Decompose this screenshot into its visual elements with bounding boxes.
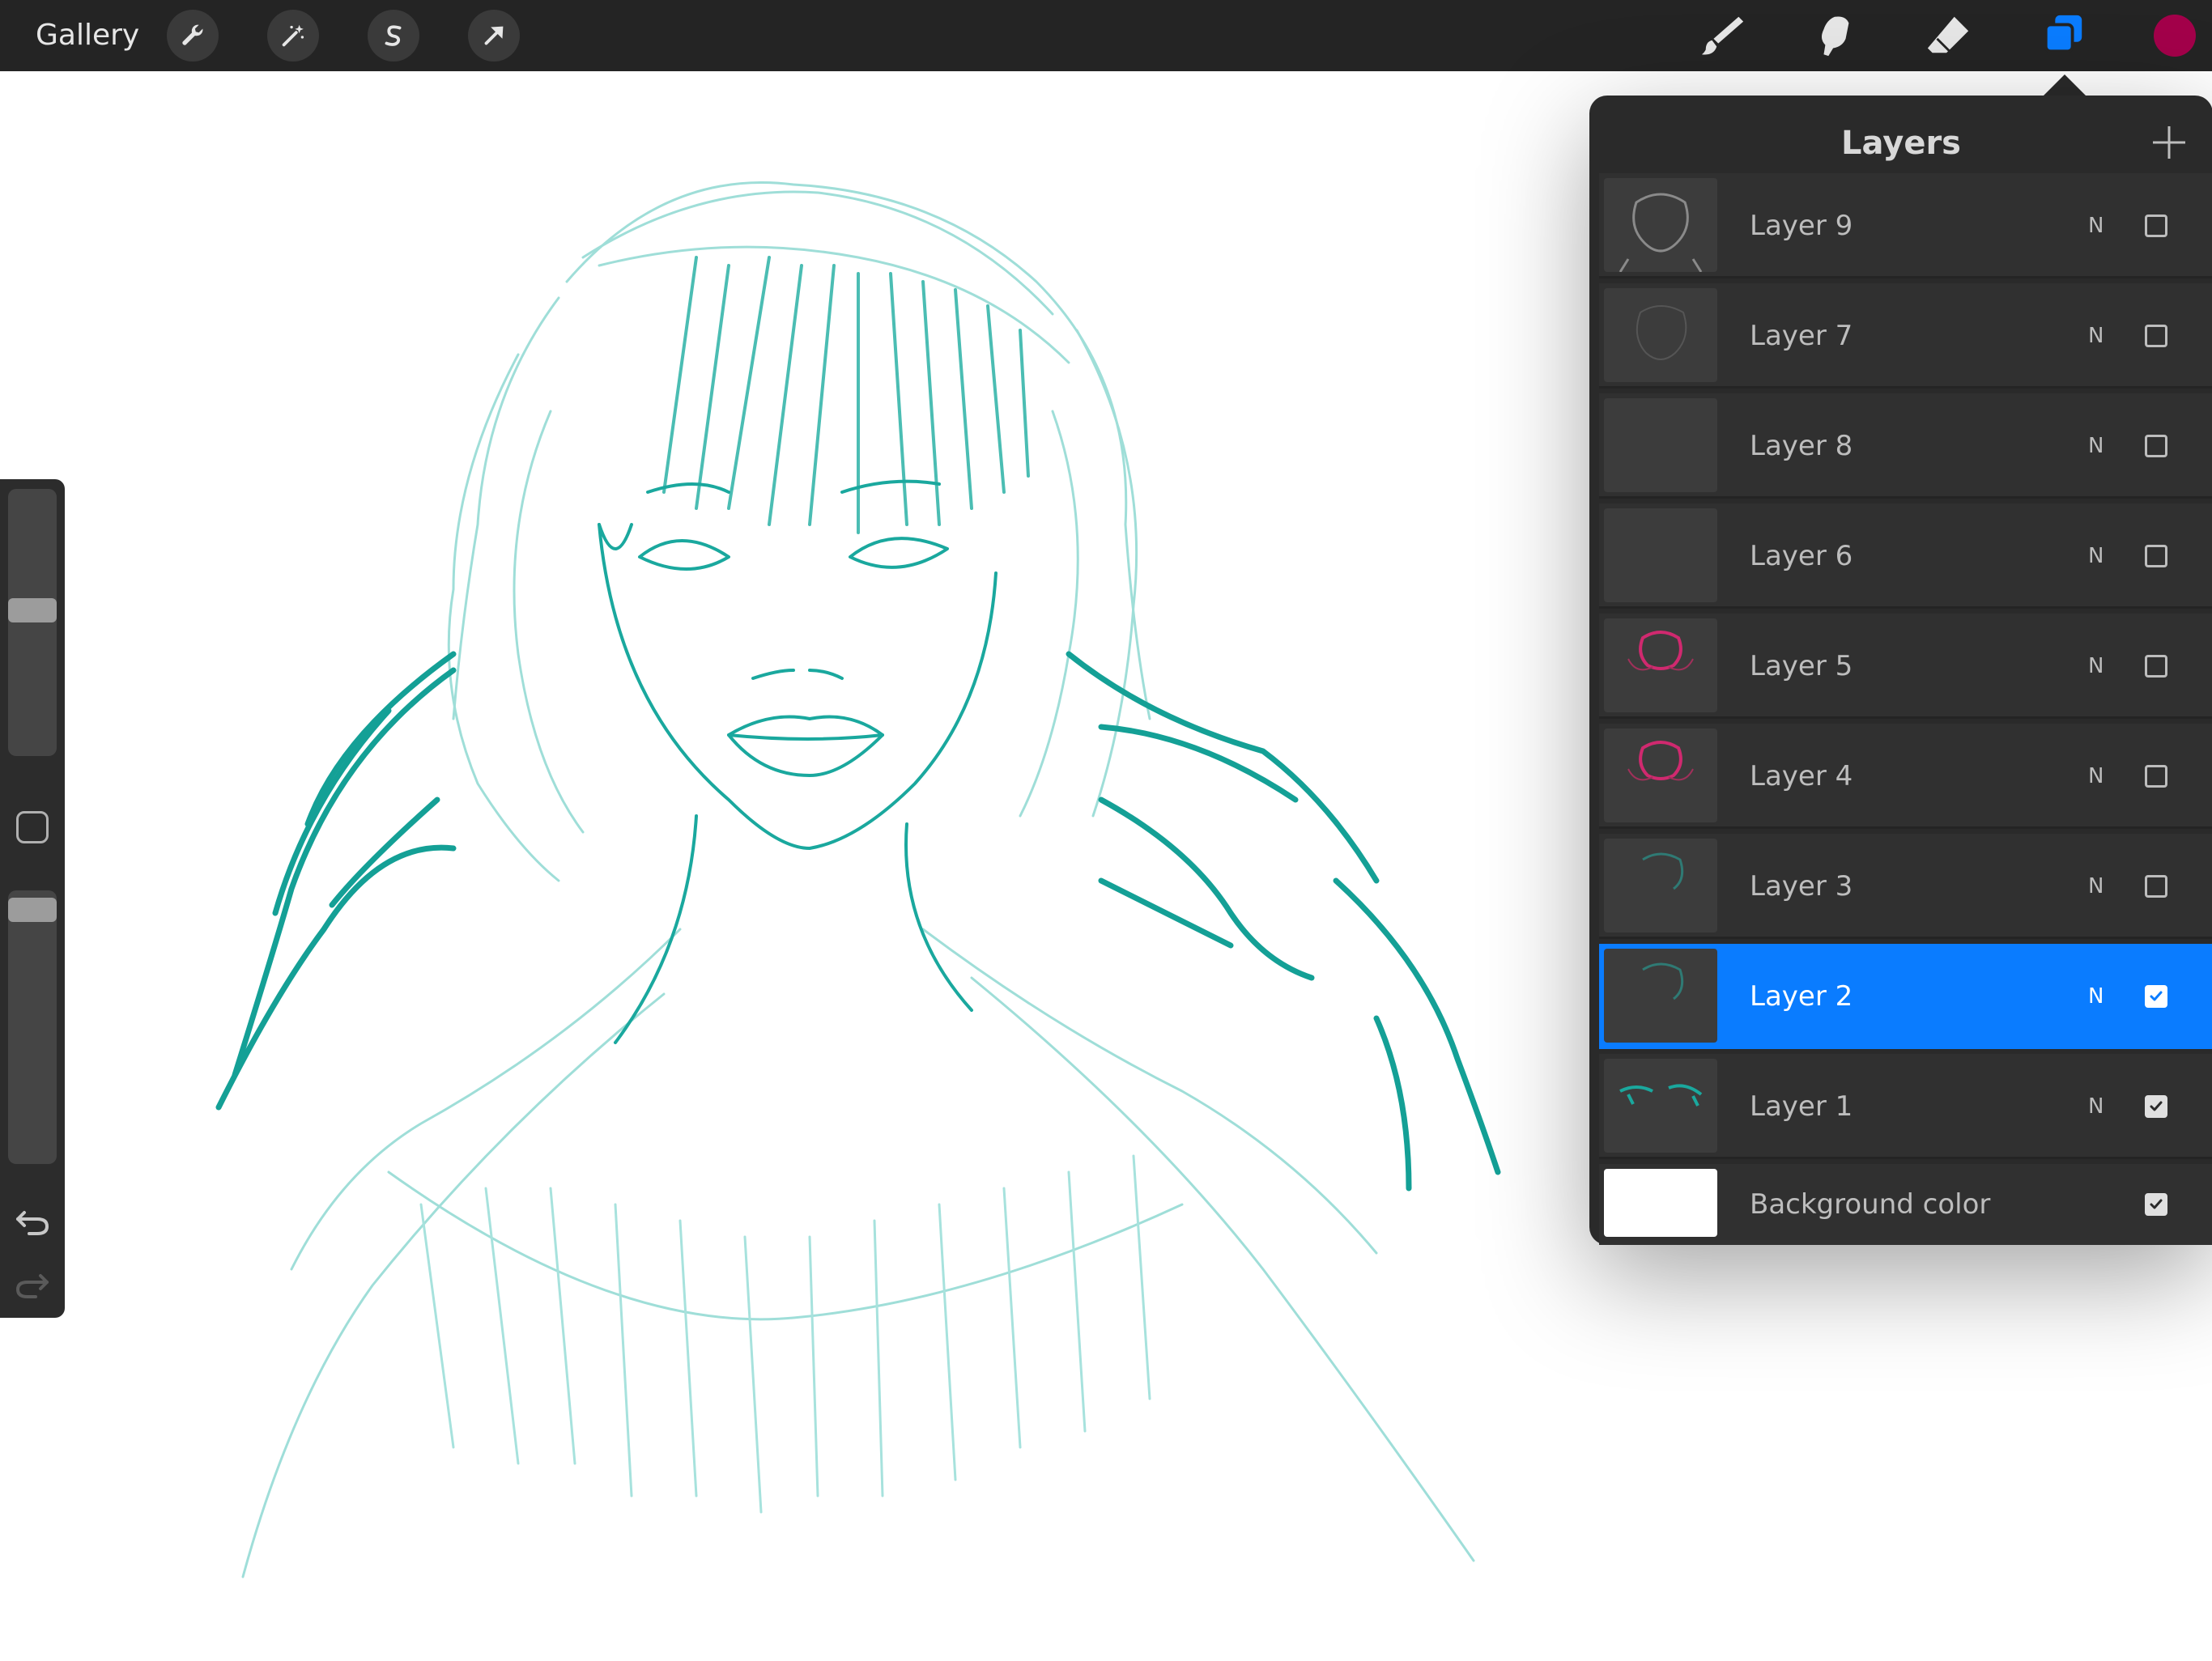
adjustments-wand-icon[interactable] xyxy=(267,10,319,62)
visibility-checkbox[interactable] xyxy=(2145,985,2167,1008)
blend-mode-button[interactable]: N xyxy=(2088,503,2104,609)
eraser-button[interactable] xyxy=(1921,8,1976,63)
color-swatch[interactable] xyxy=(2154,15,2196,57)
selection-icon xyxy=(385,25,402,46)
brush-size-slider[interactable] xyxy=(8,489,57,756)
layers-panel: Layers Layer 9 N Layer 7 N Layer 8 N Layer 6NL… xyxy=(1589,96,2212,1245)
background-color-swatch[interactable] xyxy=(1604,1169,1717,1237)
layer-name: Layer 5 xyxy=(1750,650,1853,682)
smudge-icon xyxy=(1821,16,1849,57)
background-color-label: Background color xyxy=(1750,1188,1991,1221)
opacity-thumb[interactable] xyxy=(8,898,57,922)
layer-thumbnail xyxy=(1604,839,1717,932)
layer-thumbnail xyxy=(1604,729,1717,822)
visibility-checkbox[interactable] xyxy=(2145,1095,2167,1118)
layer-name: Layer 7 xyxy=(1750,320,1853,352)
layer-row[interactable]: Layer 7 N xyxy=(1599,283,2212,389)
blend-mode-button[interactable]: N xyxy=(2088,1054,2104,1159)
add-layer-icon[interactable] xyxy=(2146,120,2192,165)
row-divider xyxy=(1599,716,2212,719)
row-divider xyxy=(1599,276,2212,278)
left-sidebar xyxy=(0,479,65,1318)
blend-mode-button[interactable]: N xyxy=(2088,283,2104,389)
blend-mode-button[interactable]: N xyxy=(2088,393,2104,499)
row-divider xyxy=(1599,826,2212,829)
layer-thumbnail xyxy=(1604,178,1717,272)
selection-s-icon[interactable] xyxy=(368,10,419,62)
blend-mode-button[interactable]: N xyxy=(2088,614,2104,719)
blend-mode-button[interactable]: N xyxy=(2088,724,2104,829)
row-divider xyxy=(1599,606,2212,609)
transform-arrow-icon[interactable] xyxy=(468,10,520,62)
layer-thumbnail xyxy=(1604,398,1717,492)
brush-button[interactable] xyxy=(1695,8,1750,63)
blend-mode-button[interactable]: N xyxy=(2088,834,2104,939)
eraser-icon xyxy=(1927,16,1969,54)
blend-mode-button[interactable]: N xyxy=(2088,173,2104,278)
magic-wand-icon xyxy=(282,24,304,47)
layer-name: Layer 6 xyxy=(1750,540,1853,572)
layer-thumbnail xyxy=(1604,949,1717,1043)
top-toolbar: Gallery xyxy=(0,0,2212,71)
undo-icon[interactable] xyxy=(13,1200,52,1238)
visibility-checkbox[interactable] xyxy=(2145,545,2167,567)
layer-thumbnail xyxy=(1604,508,1717,602)
brush-size-thumb[interactable] xyxy=(8,598,57,622)
layer-row[interactable]: Layer 4 N xyxy=(1599,724,2212,829)
visibility-checkbox[interactable] xyxy=(2145,1193,2167,1216)
background-color-row[interactable]: Background color xyxy=(1599,1164,2212,1245)
visibility-checkbox[interactable] xyxy=(2145,655,2167,678)
wrench-icon xyxy=(182,24,203,45)
visibility-checkbox[interactable] xyxy=(2145,875,2167,898)
layer-row[interactable]: Layer 1 N xyxy=(1599,1054,2212,1159)
redo-icon[interactable] xyxy=(13,1263,52,1302)
layers-button[interactable] xyxy=(2035,8,2091,63)
modify-button[interactable] xyxy=(16,811,49,843)
layers-panel-caret xyxy=(2042,74,2087,97)
row-divider xyxy=(1599,937,2212,939)
visibility-checkbox[interactable] xyxy=(2145,215,2167,237)
brush-icon xyxy=(1701,16,1744,55)
row-divider xyxy=(1599,386,2212,389)
visibility-checkbox[interactable] xyxy=(2145,435,2167,457)
layer-row[interactable]: Layer 8 N xyxy=(1599,393,2212,499)
opacity-slider[interactable] xyxy=(8,890,57,1164)
blend-mode-button[interactable]: N xyxy=(2088,944,2104,1049)
layer-row[interactable]: Layer 3 N xyxy=(1599,834,2212,939)
layer-name: Layer 9 xyxy=(1750,210,1853,242)
layer-name: Layer 1 xyxy=(1750,1090,1853,1123)
row-divider xyxy=(1599,1157,2212,1159)
layers-icon xyxy=(2044,15,2082,53)
layer-thumbnail xyxy=(1604,1059,1717,1153)
layers-panel-title: Layers xyxy=(1841,125,1961,162)
arrow-icon xyxy=(484,26,504,45)
layer-thumbnail xyxy=(1604,288,1717,382)
visibility-checkbox[interactable] xyxy=(2145,325,2167,347)
layer-name: Layer 8 xyxy=(1750,430,1853,462)
visibility-checkbox[interactable] xyxy=(2145,765,2167,788)
layer-name: Layer 3 xyxy=(1750,870,1853,903)
row-divider xyxy=(1599,496,2212,499)
layer-row[interactable]: Layer 6 N xyxy=(1599,503,2212,609)
layer-name: Layer 2 xyxy=(1750,980,1853,1013)
actions-wrench-icon[interactable] xyxy=(167,10,219,62)
layer-row[interactable]: Layer 9 N xyxy=(1599,173,2212,278)
gallery-button[interactable]: Gallery xyxy=(36,18,139,53)
layer-name: Layer 4 xyxy=(1750,760,1853,792)
smudge-button[interactable] xyxy=(1807,8,1862,63)
layer-thumbnail xyxy=(1604,618,1717,712)
layer-row[interactable]: Layer 2 N xyxy=(1599,944,2212,1049)
layer-row[interactable]: Layer 5 N xyxy=(1599,614,2212,719)
